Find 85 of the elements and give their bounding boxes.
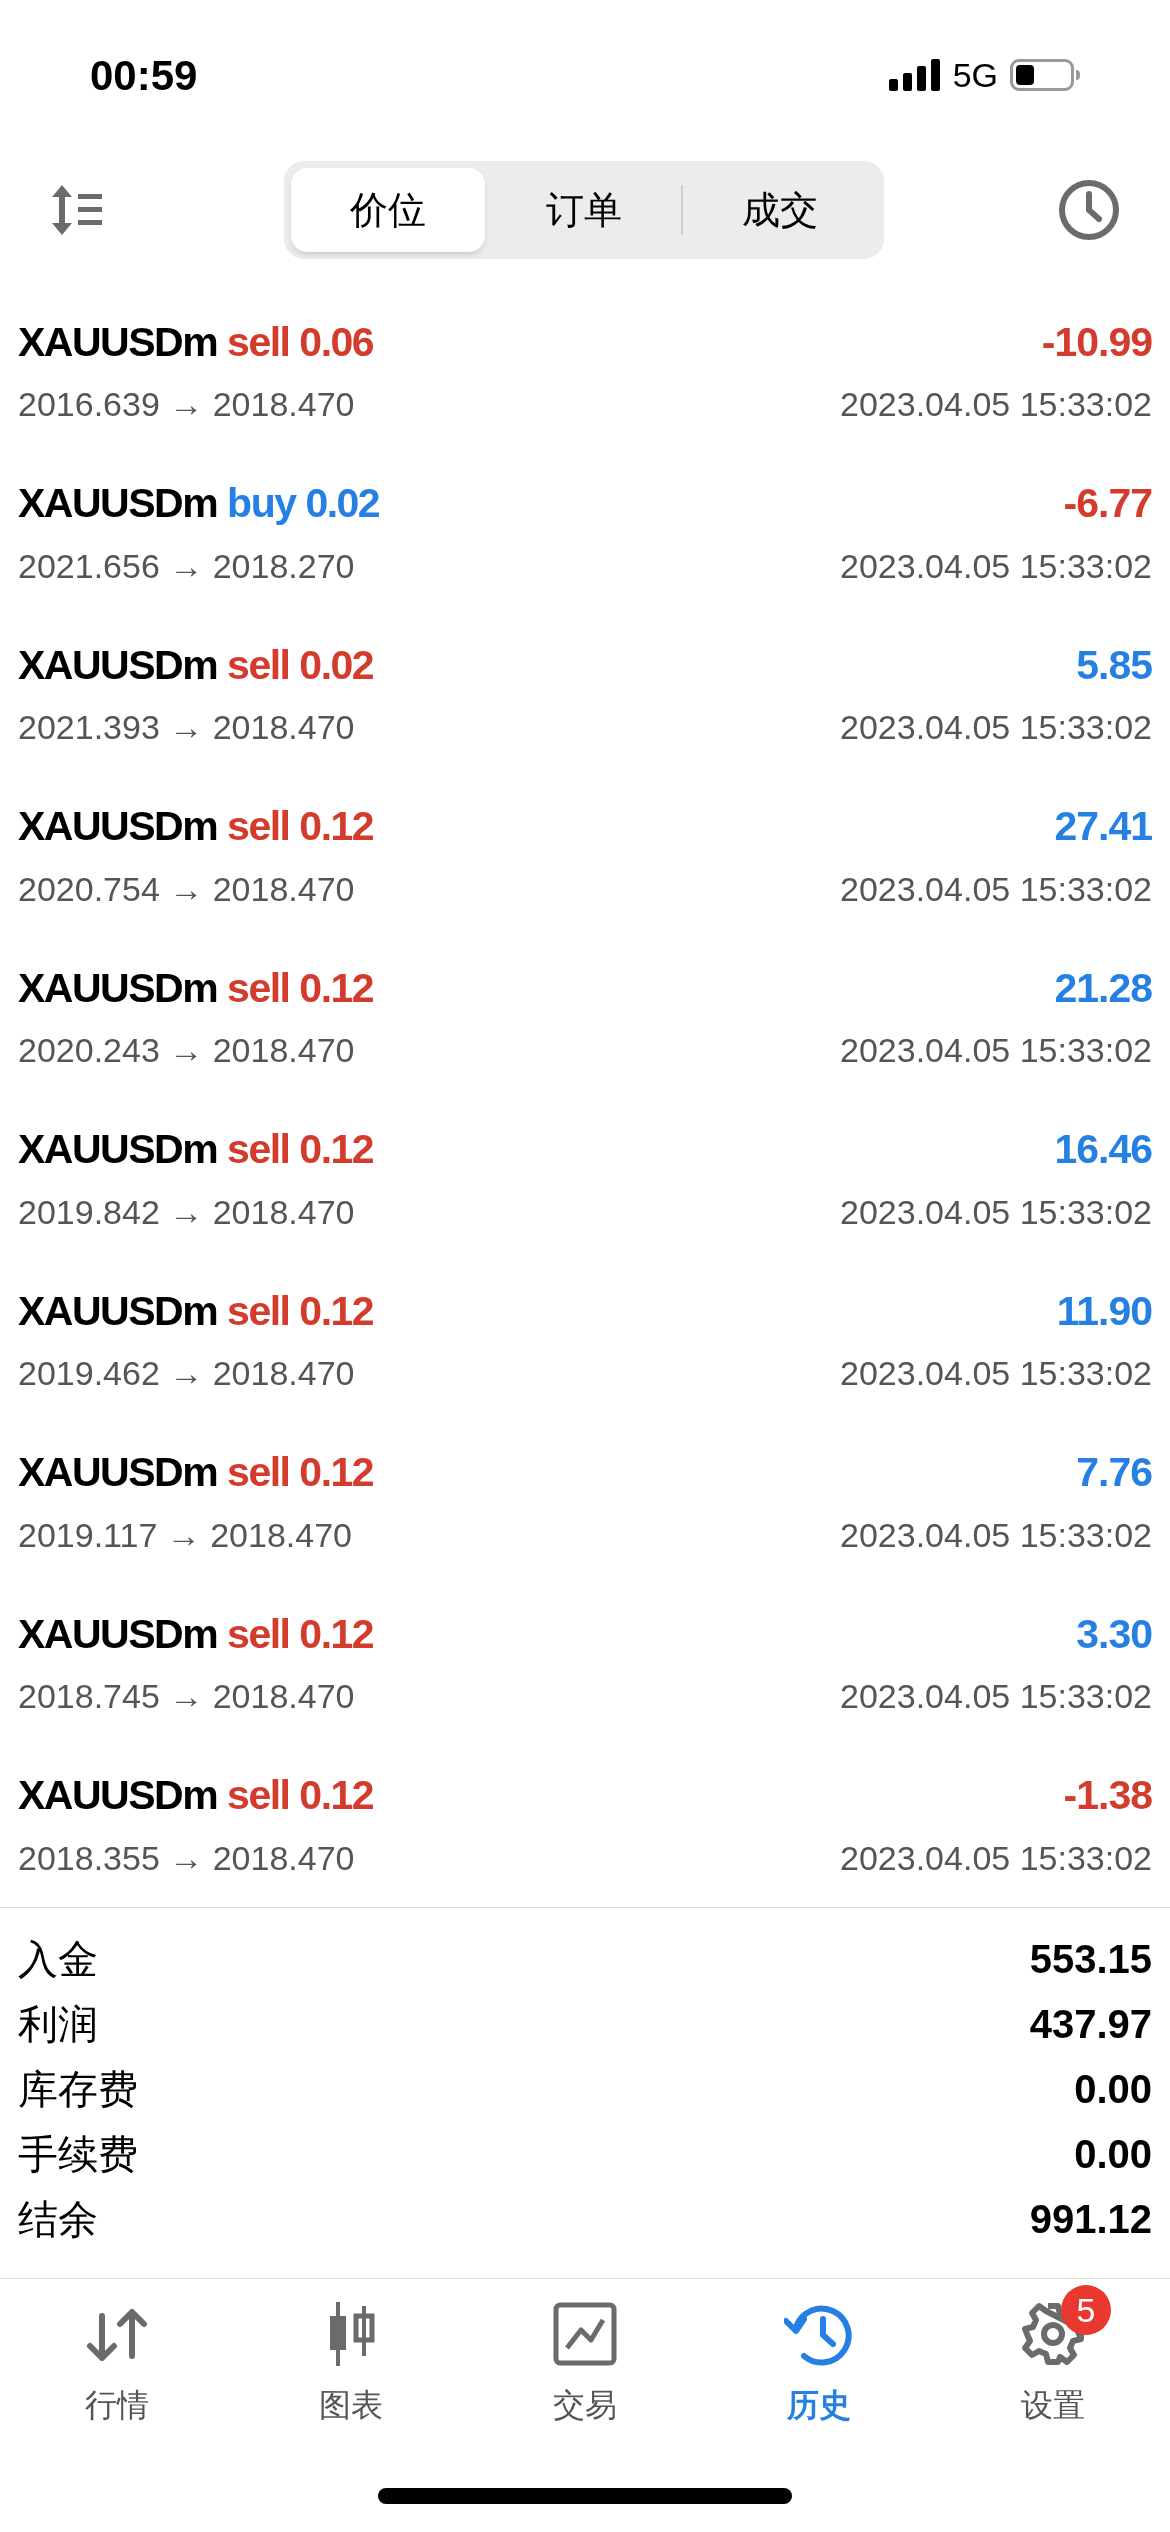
price-range: 2021.393 → 2018.470 xyxy=(18,707,355,748)
deal-row[interactable]: XAUUSDm buy 0.02 -6.77 2021.656 → 2018.270 2023.04.05 15:33:02 xyxy=(0,451,1170,613)
notification-badge: 5 xyxy=(1061,2285,1111,2335)
deal-time: 2023.04.05 15:33:02 xyxy=(840,1191,1152,1233)
price-range: 2018.355 → 2018.470 xyxy=(18,1837,355,1879)
profit-value: 7.76 xyxy=(1076,1448,1152,1497)
summary-value: 553.15 xyxy=(1029,1935,1152,1983)
deal-time: 2023.04.05 15:33:02 xyxy=(840,868,1152,910)
summary-value: 0.00 xyxy=(1074,2065,1152,2113)
deal-row[interactable]: XAUUSDm sell 0.12 7.76 2019.117 → 2018.470 2023.04.05 15:33:02 xyxy=(0,1420,1170,1582)
profit-value: 16.46 xyxy=(1054,1125,1152,1174)
price-range: 2018.745 → 2018.470 xyxy=(18,1676,355,1717)
deal-time: 2023.04.05 15:33:02 xyxy=(840,1676,1152,1717)
deal-row[interactable]: XAUUSDm sell 0.12 3.30 2018.745 → 2018.470 2023.04.05 15:33:02 xyxy=(0,1582,1170,1744)
symbol-label: XAUUSDm xyxy=(18,1609,218,1659)
profit-value: 27.41 xyxy=(1054,802,1152,851)
network-label: 5G xyxy=(952,54,998,96)
line-chart-icon xyxy=(553,2302,617,2366)
nav-tab[interactable]: 交易 xyxy=(468,2281,702,2429)
trade-type-label: sell 0.12 xyxy=(227,1448,374,1497)
trade-type-label: sell 0.12 xyxy=(227,1125,374,1174)
segment-tab[interactable]: 订单 xyxy=(487,168,681,252)
symbol-label: XAUUSDm xyxy=(18,1771,218,1820)
price-range: 2019.462 → 2018.470 xyxy=(18,1353,355,1394)
symbol-label: XAUUSDm xyxy=(18,1448,218,1497)
profit-value: 11.90 xyxy=(1056,1286,1152,1336)
deal-row[interactable]: XAUUSDm sell 0.06 -10.99 2016.639 → 2018.470 2023.04.05 15:33:02 xyxy=(0,290,1170,452)
deal-time: 2023.04.05 15:33:02 xyxy=(840,1030,1152,1071)
price-range: 2019.842 → 2018.470 xyxy=(18,1191,355,1233)
profit-value: -10.99 xyxy=(1041,317,1152,367)
symbol-label: XAUUSDm xyxy=(18,802,218,851)
segment-tab[interactable]: 价位 xyxy=(291,168,485,252)
signal-icon xyxy=(888,59,941,91)
trade-type-label: sell 0.12 xyxy=(227,1609,374,1659)
price-range: 2020.243 → 2018.470 xyxy=(18,1030,355,1071)
deal-time: 2023.04.05 15:33:02 xyxy=(840,545,1152,587)
profit-value: -1.38 xyxy=(1063,1771,1152,1820)
symbol-label: XAUUSDm xyxy=(18,317,218,367)
nav-tab[interactable]: 5 设置 xyxy=(936,2281,1170,2429)
symbol-label: XAUUSDm xyxy=(18,640,218,690)
summary-label: 结余 xyxy=(18,2195,98,2243)
trade-type-label: buy 0.02 xyxy=(227,479,380,528)
deal-time: 2023.04.05 15:33:02 xyxy=(840,1837,1152,1879)
nav-tab[interactable]: 图表 xyxy=(234,2281,468,2429)
profit-value: -6.77 xyxy=(1063,479,1152,528)
symbol-label: XAUUSDm xyxy=(18,963,218,1013)
summary-value: 0.00 xyxy=(1074,2130,1152,2178)
trade-type-label: sell 0.06 xyxy=(227,317,374,367)
nav-tab[interactable]: 历史 xyxy=(702,2281,936,2429)
deal-row[interactable]: XAUUSDm sell 0.12 11.90 2019.462 → 2018.470 2023.04.05 15:33:02 xyxy=(0,1259,1170,1421)
deal-time: 2023.04.05 15:33:02 xyxy=(840,1514,1152,1556)
clock-icon[interactable] xyxy=(1058,179,1120,241)
deal-time: 2023.04.05 15:33:02 xyxy=(840,384,1152,425)
trade-type-label: sell 0.12 xyxy=(227,1771,374,1820)
price-range: 2020.754 → 2018.470 xyxy=(18,868,355,910)
summary-value: 437.97 xyxy=(1029,2000,1152,2048)
price-range: 2021.656 → 2018.270 xyxy=(18,545,355,587)
symbol-label: XAUUSDm xyxy=(18,1125,218,1174)
price-range: 2019.117 → 2018.470 xyxy=(18,1514,352,1556)
trade-type-label: sell 0.12 xyxy=(227,1286,374,1336)
summary-label: 手续费 xyxy=(18,2130,138,2178)
deal-time: 2023.04.05 15:33:02 xyxy=(840,707,1152,748)
profit-value: 21.28 xyxy=(1054,963,1152,1013)
segment-tab[interactable]: 成交 xyxy=(683,168,877,252)
trade-type-label: sell 0.12 xyxy=(227,963,374,1013)
profit-value: 5.85 xyxy=(1076,640,1152,690)
summary-value: 991.12 xyxy=(1029,2195,1152,2243)
deal-row[interactable]: XAUUSDm sell 0.12 27.41 2020.754 → 2018.470 2023.04.05 15:33:02 xyxy=(0,774,1170,936)
summary-label: 利润 xyxy=(18,2000,98,2048)
nav-tab[interactable]: 行情 xyxy=(0,2281,234,2429)
summary-label: 库存费 xyxy=(18,2065,138,2113)
profit-value: 3.30 xyxy=(1076,1609,1152,1659)
symbol-label: XAUUSDm xyxy=(18,1286,218,1336)
deal-row[interactable]: XAUUSDm sell 0.12 16.46 2019.842 → 2018.470 2023.04.05 15:33:02 xyxy=(0,1097,1170,1259)
trade-type-label: sell 0.12 xyxy=(227,802,374,851)
clock-time: 00:59 xyxy=(90,50,198,101)
deal-row[interactable]: XAUUSDm sell 0.12 -1.38 2018.355 → 2018.470 2023.04.05 15:33:02 xyxy=(0,1743,1170,1905)
deal-time: 2023.04.05 15:33:02 xyxy=(840,1353,1152,1394)
trade-type-label: sell 0.02 xyxy=(227,640,374,690)
battery-icon xyxy=(1010,59,1080,91)
deal-row[interactable]: XAUUSDm sell 0.02 5.85 2021.393 → 2018.470 2023.04.05 15:33:02 xyxy=(0,613,1170,775)
symbol-label: XAUUSDm xyxy=(18,479,218,528)
price-range: 2016.639 → 2018.470 xyxy=(18,384,355,425)
summary-label: 入金 xyxy=(18,1935,98,1983)
deal-row[interactable]: XAUUSDm sell 0.12 21.28 2020.243 → 2018.470 2023.04.05 15:33:02 xyxy=(0,936,1170,1098)
